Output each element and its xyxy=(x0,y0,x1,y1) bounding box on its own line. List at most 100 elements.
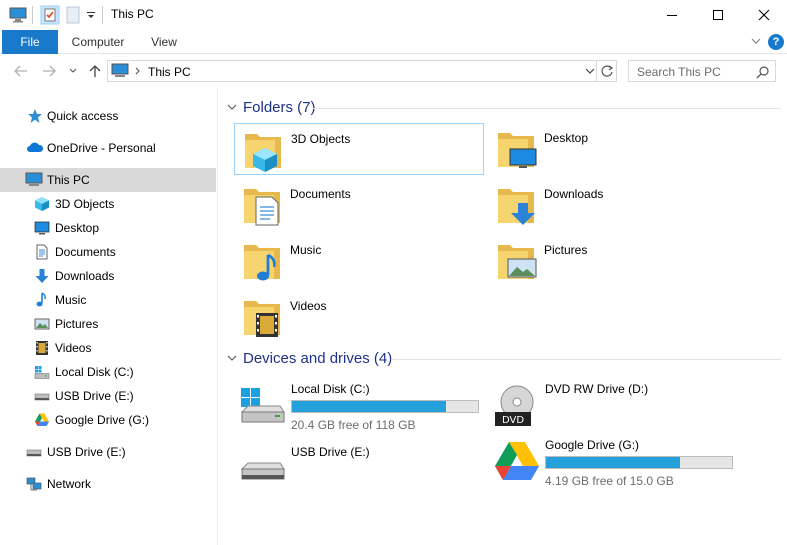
folder-desktop-icon xyxy=(496,127,538,171)
sidebar-item-label: Network xyxy=(47,477,92,491)
properties-button[interactable] xyxy=(40,5,60,25)
folder-downloads-icon xyxy=(496,183,538,227)
google-drive-icon xyxy=(34,412,50,428)
breadcrumb[interactable]: This PC xyxy=(148,65,191,79)
sidebar-item-label: Videos xyxy=(55,341,92,355)
folder-name: 3D Objects xyxy=(291,132,351,146)
sidebar-item-downloads[interactable]: Downloads xyxy=(0,264,216,288)
folder-desktop[interactable]: Desktop xyxy=(488,123,738,175)
folder-3d-objects-icon xyxy=(243,128,285,172)
sidebar-item-label: Google Drive (G:) xyxy=(55,413,150,427)
svg-text:DVD: DVD xyxy=(502,415,524,426)
drive-usb-drive-e[interactable]: USB Drive (E:) xyxy=(239,443,499,499)
address-dropdown-chevron-icon[interactable] xyxy=(584,65,596,80)
sidebar-item-label: Desktop xyxy=(55,221,100,235)
sidebar-item-label: Local Disk (C:) xyxy=(55,365,134,379)
drive-dvd-rw-d[interactable]: DVD DVD RW Drive (D:) xyxy=(493,380,753,436)
sidebar-item-videos[interactable]: Videos xyxy=(0,336,216,360)
sidebar-item-label: Music xyxy=(55,293,87,307)
network-icon xyxy=(25,476,42,492)
maximize-button[interactable] xyxy=(695,0,741,30)
folder-documents[interactable]: Documents xyxy=(234,179,484,231)
picture-icon xyxy=(34,316,50,332)
drive-local-disk-c[interactable]: Local Disk (C:) 20.4 GB free of 118 GB xyxy=(239,380,499,436)
sidebar-item-label: This PC xyxy=(47,173,90,187)
search-icon[interactable] xyxy=(756,65,770,82)
folder-pictures[interactable]: Pictures xyxy=(488,235,738,287)
folder-documents-icon xyxy=(242,183,284,227)
folder-name: Videos xyxy=(290,299,327,313)
tab-file[interactable]: File xyxy=(2,30,58,54)
document-icon xyxy=(34,244,50,260)
sidebar-item-network[interactable]: Network xyxy=(0,472,216,496)
tab-view[interactable]: View xyxy=(140,30,188,54)
cloud-icon xyxy=(26,140,44,156)
sidebar-item-3d-objects[interactable]: 3D Objects xyxy=(0,192,216,216)
sidebar-item-usb-drive-e[interactable]: USB Drive (E:) xyxy=(0,384,216,408)
forward-arrow-icon[interactable] xyxy=(40,63,58,79)
sidebar-item-label: 3D Objects xyxy=(55,197,115,211)
sidebar-item-label: Documents xyxy=(55,245,116,259)
back-arrow-icon[interactable] xyxy=(12,63,30,79)
customize-toolbar-chevron-icon[interactable] xyxy=(86,6,96,24)
divider xyxy=(102,6,103,24)
sidebar-item-this-pc[interactable]: This PC xyxy=(0,168,216,192)
drive-usage-bar xyxy=(545,456,733,469)
drive-google-drive-g[interactable]: Google Drive (G:) 4.19 GB free of 15.0 G… xyxy=(493,436,753,492)
recent-locations-chevron-icon[interactable] xyxy=(64,63,82,79)
sidebar-item-pictures[interactable]: Pictures xyxy=(0,312,216,336)
sidebar-item-google-drive-g[interactable]: Google Drive (G:) xyxy=(0,408,216,432)
sidebar-item-label: OneDrive - Personal xyxy=(47,141,156,155)
sidebar-item-label: USB Drive (E:) xyxy=(47,445,126,459)
computer-icon xyxy=(111,63,129,82)
film-icon xyxy=(34,340,50,356)
sidebar-item-onedrive[interactable]: OneDrive - Personal xyxy=(0,136,216,160)
expand-ribbon-chevron-icon[interactable] xyxy=(749,33,763,49)
close-button[interactable] xyxy=(741,0,787,30)
sidebar-item-music[interactable]: Music xyxy=(0,288,216,312)
search-box[interactable]: Search This PC xyxy=(628,60,776,82)
sidebar-item-quick-access[interactable]: Quick access xyxy=(0,104,216,128)
folder-music[interactable]: Music xyxy=(234,235,484,287)
computer-icon xyxy=(25,172,43,188)
dvd-drive-icon: DVD xyxy=(493,384,541,428)
group-title: Folders (7) xyxy=(243,98,316,116)
drive-usage-bar xyxy=(291,400,479,413)
usb-drive-icon xyxy=(34,388,50,404)
folder-music-icon xyxy=(242,239,284,283)
folder-name: Downloads xyxy=(544,187,604,201)
folder-videos[interactable]: Videos xyxy=(234,291,484,343)
drive-name: DVD RW Drive (D:) xyxy=(545,382,649,396)
folders-group-header[interactable]: Folders (7) xyxy=(227,97,316,117)
help-button[interactable]: ? xyxy=(768,34,784,50)
sidebar-item-documents[interactable]: Documents xyxy=(0,240,216,264)
search-input[interactable]: Search This PC xyxy=(637,65,721,79)
divider xyxy=(391,359,781,360)
refresh-icon[interactable] xyxy=(600,64,614,81)
folder-downloads[interactable]: Downloads xyxy=(488,179,738,231)
download-arrow-icon xyxy=(34,268,50,284)
new-folder-button[interactable] xyxy=(66,6,80,24)
folder-3d-objects[interactable]: 3D Objects xyxy=(234,123,484,175)
divider xyxy=(596,61,597,81)
ribbon: File Computer View ? xyxy=(0,30,787,54)
sidebar-item-label: USB Drive (E:) xyxy=(55,389,134,403)
divider xyxy=(32,6,33,24)
star-icon xyxy=(27,108,43,124)
folder-name: Music xyxy=(290,243,322,257)
tab-computer[interactable]: Computer xyxy=(64,30,132,54)
folder-pictures-icon xyxy=(496,239,538,283)
sidebar-item-local-disk-c[interactable]: Local Disk (C:) xyxy=(0,360,216,384)
windows-disk-icon xyxy=(239,384,287,428)
minimize-button[interactable] xyxy=(649,0,695,30)
title-bar: This PC xyxy=(0,0,787,30)
sidebar-item-desktop[interactable]: Desktop xyxy=(0,216,216,240)
sidebar-item-usb-drive-e[interactable]: USB Drive (E:) xyxy=(0,440,216,464)
sidebar-item-label: Downloads xyxy=(55,269,115,283)
music-note-icon xyxy=(34,292,50,308)
up-arrow-icon[interactable] xyxy=(86,63,104,79)
breadcrumb-separator-icon xyxy=(134,64,142,81)
address-bar[interactable]: This PC xyxy=(107,60,617,82)
devices-group-header[interactable]: Devices and drives (4) xyxy=(227,348,392,368)
chevron-down-icon xyxy=(227,104,237,110)
